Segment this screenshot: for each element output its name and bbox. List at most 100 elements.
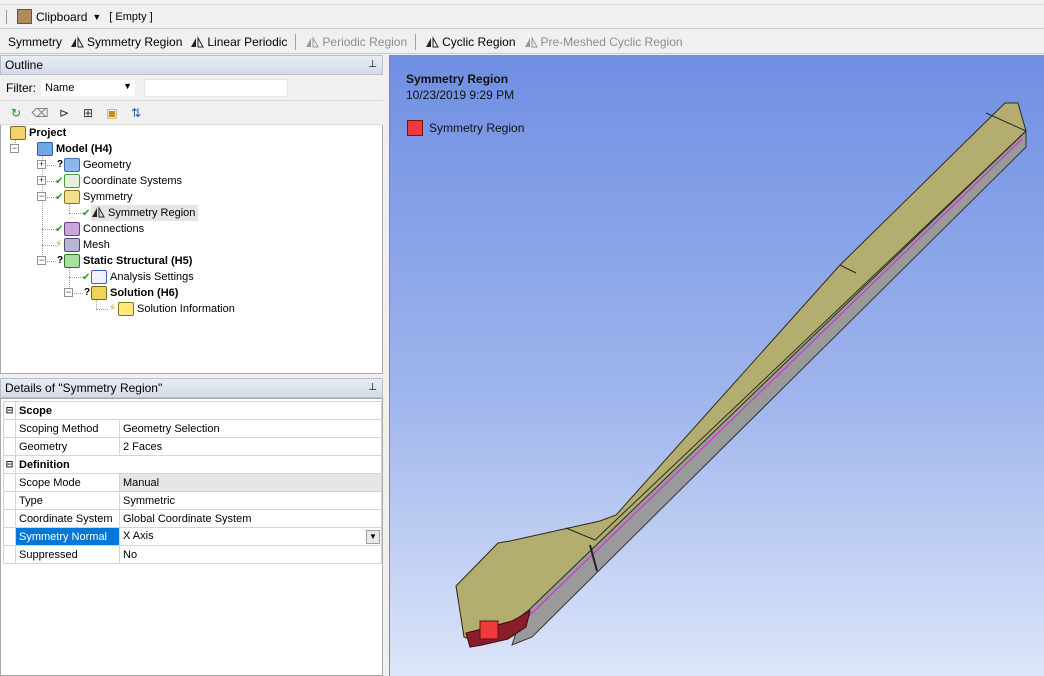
- cyclic-region-icon: [426, 35, 439, 47]
- details-key: Scoping Method: [15, 419, 120, 438]
- symmetry-button-label: Symmetry: [8, 34, 62, 49]
- details-value[interactable]: 2 Faces: [119, 437, 382, 456]
- outline-filter-row: Filter: Name ▼: [0, 76, 383, 101]
- symmetry-region-label: Symmetry Region: [87, 34, 183, 49]
- outline-title: Outline: [5, 58, 44, 72]
- details-value[interactable]: Manual: [119, 473, 382, 492]
- tree-item-geometry[interactable]: Geometry: [64, 157, 131, 173]
- expand-all-icon[interactable]: ⊞: [80, 105, 96, 121]
- tree-item-label: Symmetry Region: [108, 207, 196, 219]
- tree-item-project[interactable]: Project: [10, 125, 66, 141]
- tree-item-symmetry[interactable]: Symmetry: [64, 189, 133, 205]
- details-panel-title: Details of "Symmetry Region" ⊥: [0, 378, 383, 398]
- details-row[interactable]: Scoping Method Geometry Selection: [3, 419, 382, 438]
- clipboard-dropdown[interactable]: Clipboard ▼: [13, 7, 105, 27]
- analysis-settings-icon: [91, 270, 107, 284]
- tree-item-label: Model (H4): [56, 143, 113, 155]
- details-value[interactable]: No: [119, 545, 382, 564]
- details-row[interactable]: Geometry 2 Faces: [3, 437, 382, 456]
- beam-top-face: [455, 102, 1027, 642]
- refresh-icon[interactable]: ↻: [8, 105, 24, 121]
- details-key: Symmetry Normal: [15, 527, 120, 546]
- collapse-toggle[interactable]: −: [37, 192, 46, 201]
- clipboard-value: [ Empty ]: [109, 10, 153, 23]
- tree-item-coordinate-systems[interactable]: Coordinate Systems: [64, 173, 182, 189]
- pre-meshed-cyclic-region-button[interactable]: Pre-Meshed Cyclic Region: [520, 32, 687, 52]
- filter-select[interactable]: Name ▼: [40, 79, 136, 97]
- row-indent: [3, 545, 16, 564]
- model-icon: [37, 142, 53, 156]
- chevron-down-icon[interactable]: ▼: [366, 529, 380, 544]
- tree-item-label: Geometry: [83, 159, 132, 171]
- details-section-definition[interactable]: ⊟ Definition: [3, 455, 382, 474]
- row-indent: [3, 491, 16, 510]
- details-row-selected[interactable]: Symmetry Normal X Axis ▼: [3, 527, 382, 546]
- details-value[interactable]: Geometry Selection: [119, 419, 382, 438]
- symmetry-region-button[interactable]: Symmetry Region: [66, 32, 186, 52]
- tree-item-solution[interactable]: Solution (H6): [91, 285, 178, 301]
- connections-icon: [64, 222, 80, 236]
- geometry-icon: [64, 158, 80, 172]
- section-label: Definition: [15, 455, 382, 474]
- expand-toggle[interactable]: +: [37, 176, 46, 185]
- periodic-region-button[interactable]: Periodic Region: [301, 32, 411, 52]
- collapse-toggle[interactable]: −: [64, 288, 73, 297]
- details-row[interactable]: Type Symmetric: [3, 491, 382, 510]
- tree-item-solution-information[interactable]: Solution Information: [118, 301, 235, 317]
- sort-az-icon[interactable]: ⇅: [128, 105, 144, 121]
- details-row[interactable]: Coordinate System Global Coordinate Syst…: [3, 509, 382, 528]
- mesh-icon: [64, 238, 80, 252]
- tree-item-static-structural[interactable]: Static Structural (H5): [64, 253, 192, 269]
- static-structural-icon: [64, 254, 80, 268]
- check-status-icon: ✔: [55, 176, 64, 187]
- check-status-icon: ✔: [82, 272, 91, 283]
- linear-periodic-label: Linear Periodic: [207, 34, 288, 49]
- tree-filter-icon[interactable]: ⊳: [56, 105, 72, 121]
- symmetry-region-icon: [71, 35, 84, 47]
- details-row[interactable]: Scope Mode Manual: [3, 473, 382, 492]
- symmetry-region-icon: [91, 206, 105, 220]
- details-row[interactable]: Suppressed No: [3, 545, 382, 564]
- question-status-icon: ?: [57, 255, 64, 266]
- expand-toggle[interactable]: +: [37, 160, 46, 169]
- model-geometry[interactable]: [390, 55, 1044, 676]
- outline-panel-title: Outline ⊥: [0, 55, 383, 75]
- symmetry-button[interactable]: Symmetry: [4, 32, 66, 52]
- tree-item-symmetry-region[interactable]: Symmetry Region: [91, 205, 199, 221]
- filter-search-input[interactable]: [144, 79, 288, 97]
- clipboard-label: Clipboard: [36, 9, 88, 24]
- solution-icon: [91, 286, 107, 300]
- pin-icon[interactable]: ⊥: [368, 382, 377, 393]
- details-value[interactable]: Symmetric: [119, 491, 382, 510]
- solution-information-icon: [118, 302, 134, 316]
- details-key: Scope Mode: [15, 473, 120, 492]
- tree-item-mesh[interactable]: Mesh: [64, 237, 110, 253]
- collapse-toggle[interactable]: ⊟: [3, 401, 16, 420]
- pin-icon[interactable]: ⊥: [368, 59, 377, 70]
- collapse-toggle[interactable]: −: [37, 256, 46, 265]
- details-value[interactable]: Global Coordinate System: [119, 509, 382, 528]
- linear-periodic-icon: [191, 35, 205, 47]
- symmetry-normal-select[interactable]: X Axis ▼: [119, 527, 382, 546]
- details-key: Coordinate System: [15, 509, 120, 528]
- details-section-scope[interactable]: ⊟ Scope: [3, 401, 382, 420]
- graphics-viewport[interactable]: Symmetry Region 10/23/2019 9:29 PM Symme…: [389, 55, 1044, 676]
- tree-item-analysis-settings[interactable]: Analysis Settings: [91, 269, 194, 285]
- toolbar-separator: [415, 33, 417, 50]
- tree-item-label: Static Structural (H5): [83, 255, 193, 267]
- row-indent: [3, 509, 16, 528]
- symmetry-edge-line: [527, 138, 1023, 618]
- coordinate-systems-icon: [64, 174, 80, 188]
- check-status-icon: ✔: [55, 224, 64, 235]
- linear-periodic-button[interactable]: Linear Periodic: [186, 32, 291, 52]
- tree-item-connections[interactable]: Connections: [64, 221, 144, 237]
- tree-item-model[interactable]: Model (H4): [37, 141, 112, 157]
- row-indent: [3, 419, 16, 438]
- eraser-icon[interactable]: ⌫: [32, 105, 49, 121]
- folder-icon[interactable]: ▣: [104, 105, 120, 121]
- cyclic-region-button[interactable]: Cyclic Region: [421, 32, 519, 52]
- collapse-toggle[interactable]: ⊟: [3, 455, 16, 474]
- collapse-toggle[interactable]: −: [10, 144, 19, 153]
- row-indent: [3, 437, 16, 456]
- tree-line: [96, 309, 108, 310]
